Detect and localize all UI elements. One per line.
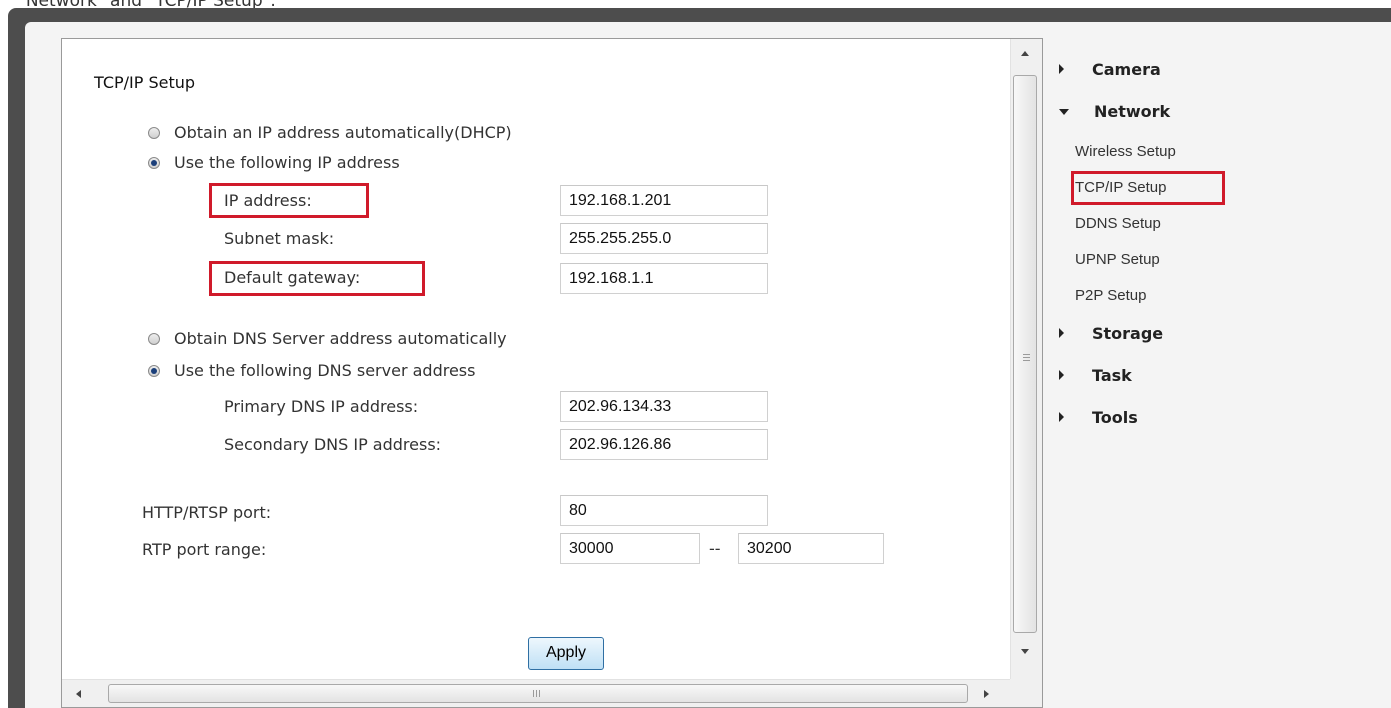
- radio-ip-dhcp-label: Obtain an IP address automatically(DHCP): [174, 123, 512, 142]
- sidebar-item-p2p-setup[interactable]: P2P Setup: [1075, 287, 1146, 304]
- scroll-left-arrow-icon[interactable]: [76, 690, 81, 698]
- window-frame: TCP/IP Setup Obtain an IP address automa…: [8, 8, 1391, 708]
- secondary-dns-input[interactable]: [560, 429, 768, 460]
- rtp-range-to-input[interactable]: [738, 533, 884, 564]
- subnet-mask-label: Subnet mask:: [224, 229, 335, 248]
- http-port-input[interactable]: [560, 495, 768, 526]
- sidebar-item-task-label: Task: [1092, 366, 1132, 385]
- subnet-mask-input[interactable]: [560, 223, 768, 254]
- rtp-range-from-input[interactable]: [560, 533, 700, 564]
- sidebar-item-upnp-setup[interactable]: UPNP Setup: [1075, 251, 1160, 268]
- grip-icon: [1023, 354, 1030, 363]
- scroll-down-arrow-icon[interactable]: [1021, 649, 1029, 654]
- caret-right-icon: [1059, 64, 1064, 74]
- radio-dns-auto-label: Obtain DNS Server address automatically: [174, 329, 507, 348]
- secondary-dns-label: Secondary DNS IP address:: [224, 435, 442, 454]
- vertical-scrollbar[interactable]: [1010, 39, 1042, 679]
- sidebar-item-network[interactable]: Network: [1059, 102, 1170, 121]
- radio-dns-auto[interactable]: Obtain DNS Server address automatically: [148, 329, 507, 348]
- ip-address-label: IP address:: [224, 191, 312, 210]
- primary-dns-label: Primary DNS IP address:: [224, 397, 419, 416]
- radio-ip-dhcp[interactable]: Obtain an IP address automatically(DHCP): [148, 123, 512, 142]
- radio-ip-manual-label: Use the following IP address: [174, 153, 400, 172]
- default-gateway-label: Default gateway:: [224, 268, 361, 287]
- http-port-label: HTTP/RTSP port:: [142, 503, 272, 522]
- sidebar-item-wireless-setup[interactable]: Wireless Setup: [1075, 143, 1176, 160]
- tcpip-form: TCP/IP Setup Obtain an IP address automa…: [62, 39, 1010, 679]
- sidebar-item-tools[interactable]: Tools: [1059, 408, 1138, 427]
- ip-address-input[interactable]: [560, 185, 768, 216]
- sidebar-item-camera-label: Camera: [1092, 60, 1161, 79]
- radio-dns-manual[interactable]: Use the following DNS server address: [148, 361, 475, 380]
- caret-down-icon: [1059, 109, 1069, 115]
- caret-right-icon: [1059, 328, 1064, 338]
- window-body: TCP/IP Setup Obtain an IP address automa…: [25, 22, 1391, 708]
- sidebar-item-task[interactable]: Task: [1059, 366, 1132, 385]
- apply-button[interactable]: Apply: [528, 637, 604, 670]
- radio-button-checked-icon[interactable]: [148, 365, 160, 377]
- grip-icon: [533, 690, 542, 697]
- radio-dns-manual-label: Use the following DNS server address: [174, 361, 476, 380]
- radio-button-unchecked-icon[interactable]: [148, 333, 160, 345]
- rtp-range-separator: --: [709, 539, 721, 558]
- primary-dns-input[interactable]: [560, 391, 768, 422]
- sidebar-item-tools-label: Tools: [1092, 408, 1138, 427]
- radio-button-unchecked-icon[interactable]: [148, 127, 160, 139]
- horizontal-scrollbar[interactable]: [62, 679, 1010, 707]
- sidebar-item-storage-label: Storage: [1092, 324, 1164, 343]
- caret-right-icon: [1059, 370, 1064, 380]
- sidebar-item-camera[interactable]: Camera: [1059, 60, 1161, 79]
- radio-ip-manual[interactable]: Use the following IP address: [148, 153, 400, 172]
- rtp-range-label: RTP port range:: [142, 540, 267, 559]
- sidebar-item-storage[interactable]: Storage: [1059, 324, 1163, 343]
- sidebar-item-network-label: Network: [1094, 102, 1171, 121]
- sidebar-menu: Camera Network Wireless Setup TCP/IP Set…: [1043, 38, 1391, 708]
- settings-panel: TCP/IP Setup Obtain an IP address automa…: [61, 38, 1043, 708]
- vertical-scroll-thumb[interactable]: [1013, 75, 1037, 633]
- section-title: TCP/IP Setup: [94, 73, 196, 92]
- sidebar-item-tcpip-setup[interactable]: TCP/IP Setup: [1075, 179, 1166, 196]
- scroll-right-arrow-icon[interactable]: [984, 690, 989, 698]
- default-gateway-input[interactable]: [560, 263, 768, 294]
- scroll-up-arrow-icon[interactable]: [1021, 51, 1029, 56]
- scroll-corner: [1010, 679, 1042, 707]
- horizontal-scroll-thumb[interactable]: [108, 684, 968, 703]
- sidebar-item-ddns-setup[interactable]: DDNS Setup: [1075, 215, 1161, 232]
- caret-right-icon: [1059, 412, 1064, 422]
- radio-button-checked-icon[interactable]: [148, 157, 160, 169]
